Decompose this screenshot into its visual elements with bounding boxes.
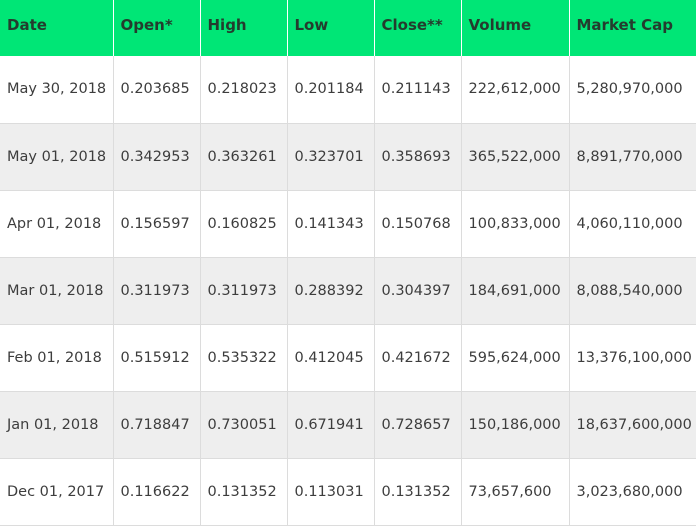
cell-date: May 01, 2018 (0, 123, 114, 191)
cell-volume: 222,612,000 (461, 56, 570, 124)
table-row: Dec 01, 2017 0.116622 0.131352 0.113031 … (0, 458, 696, 526)
cell-volume: 73,657,600 (461, 458, 570, 526)
cell-high: 0.311973 (200, 257, 288, 325)
table-header-row: Date Open* High Low Close** Volume Marke… (0, 0, 696, 56)
table-row: May 01, 2018 0.342953 0.363261 0.323701 … (0, 123, 696, 191)
cell-high: 0.131352 (200, 458, 288, 526)
cell-date: Mar 01, 2018 (0, 257, 114, 325)
cell-market-cap: 3,023,680,000 (569, 458, 696, 526)
cell-open: 0.718847 (113, 391, 201, 459)
cell-close: 0.304397 (374, 257, 462, 325)
cell-open: 0.342953 (113, 123, 201, 191)
cell-close: 0.728657 (374, 391, 462, 459)
cell-date: May 30, 2018 (0, 56, 114, 124)
cell-volume: 184,691,000 (461, 257, 570, 325)
cell-open: 0.311973 (113, 257, 201, 325)
cell-close: 0.421672 (374, 324, 462, 392)
cell-high: 0.535322 (200, 324, 288, 392)
cell-open: 0.203685 (113, 56, 201, 124)
column-header-open[interactable]: Open* (113, 0, 201, 56)
cell-close: 0.358693 (374, 123, 462, 191)
cell-high: 0.218023 (200, 56, 288, 124)
cell-low: 0.412045 (287, 324, 375, 392)
column-header-close[interactable]: Close** (374, 0, 462, 56)
cell-date: Feb 01, 2018 (0, 324, 114, 392)
column-header-volume[interactable]: Volume (461, 0, 570, 56)
cell-market-cap: 8,088,540,000 (569, 257, 696, 325)
column-header-date[interactable]: Date (0, 0, 114, 56)
cell-high: 0.730051 (200, 391, 288, 459)
table-row: Feb 01, 2018 0.515912 0.535322 0.412045 … (0, 324, 696, 392)
cell-low: 0.141343 (287, 190, 375, 258)
cell-open: 0.156597 (113, 190, 201, 258)
cell-high: 0.160825 (200, 190, 288, 258)
cell-low: 0.671941 (287, 391, 375, 459)
cell-volume: 150,186,000 (461, 391, 570, 459)
cell-open: 0.116622 (113, 458, 201, 526)
cell-volume: 365,522,000 (461, 123, 570, 191)
table-row: May 30, 2018 0.203685 0.218023 0.201184 … (0, 56, 696, 124)
cell-volume: 100,833,000 (461, 190, 570, 258)
column-header-market-cap[interactable]: Market Cap (569, 0, 696, 56)
historical-data-table: Date Open* High Low Close** Volume Marke… (0, 0, 696, 526)
cell-date: Apr 01, 2018 (0, 190, 114, 258)
cell-market-cap: 4,060,110,000 (569, 190, 696, 258)
cell-volume: 595,624,000 (461, 324, 570, 392)
cell-market-cap: 18,637,600,000 (569, 391, 696, 459)
column-header-low[interactable]: Low (287, 0, 375, 56)
cell-close: 0.211143 (374, 56, 462, 124)
cell-date: Dec 01, 2017 (0, 458, 114, 526)
cell-close: 0.150768 (374, 190, 462, 258)
cell-market-cap: 5,280,970,000 (569, 56, 696, 124)
cell-low: 0.113031 (287, 458, 375, 526)
table-row: Mar 01, 2018 0.311973 0.311973 0.288392 … (0, 257, 696, 325)
cell-market-cap: 13,376,100,000 (569, 324, 696, 392)
cell-close: 0.131352 (374, 458, 462, 526)
table-row: Jan 01, 2018 0.718847 0.730051 0.671941 … (0, 391, 696, 459)
cell-low: 0.201184 (287, 56, 375, 124)
cell-open: 0.515912 (113, 324, 201, 392)
cell-low: 0.323701 (287, 123, 375, 191)
column-header-high[interactable]: High (200, 0, 288, 56)
cell-high: 0.363261 (200, 123, 288, 191)
cell-low: 0.288392 (287, 257, 375, 325)
cell-date: Jan 01, 2018 (0, 391, 114, 459)
cell-market-cap: 8,891,770,000 (569, 123, 696, 191)
table-row: Apr 01, 2018 0.156597 0.160825 0.141343 … (0, 190, 696, 258)
